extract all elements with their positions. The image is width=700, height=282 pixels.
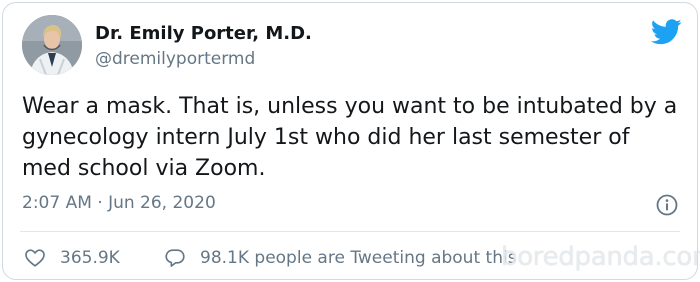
info-icon[interactable] [655, 193, 679, 217]
divider [20, 231, 680, 232]
author-handle[interactable]: @dremilyportermd [95, 49, 255, 69]
speech-bubble-icon [165, 249, 185, 267]
heart-icon [25, 249, 45, 267]
watermark: boredpanda.com [501, 242, 700, 272]
avatar[interactable] [22, 15, 82, 75]
tweet-timestamp[interactable]: 2:07 AM · Jun 26, 2020 [22, 193, 216, 213]
conversation-label: 98.1K people are Tweeting about this [200, 248, 517, 268]
like-button[interactable]: 365.9K [24, 246, 120, 270]
author-name[interactable]: Dr. Emily Porter, M.D. [95, 23, 312, 44]
like-count: 365.9K [60, 248, 120, 268]
tweet-card: Dr. Emily Porter, M.D. @dremilyportermd … [2, 2, 700, 280]
conversation-button[interactable]: 98.1K people are Tweeting about this [164, 246, 517, 270]
tweet-text: Wear a mask. That is, unless you want to… [22, 94, 678, 181]
twitter-bird-icon[interactable] [650, 19, 682, 45]
